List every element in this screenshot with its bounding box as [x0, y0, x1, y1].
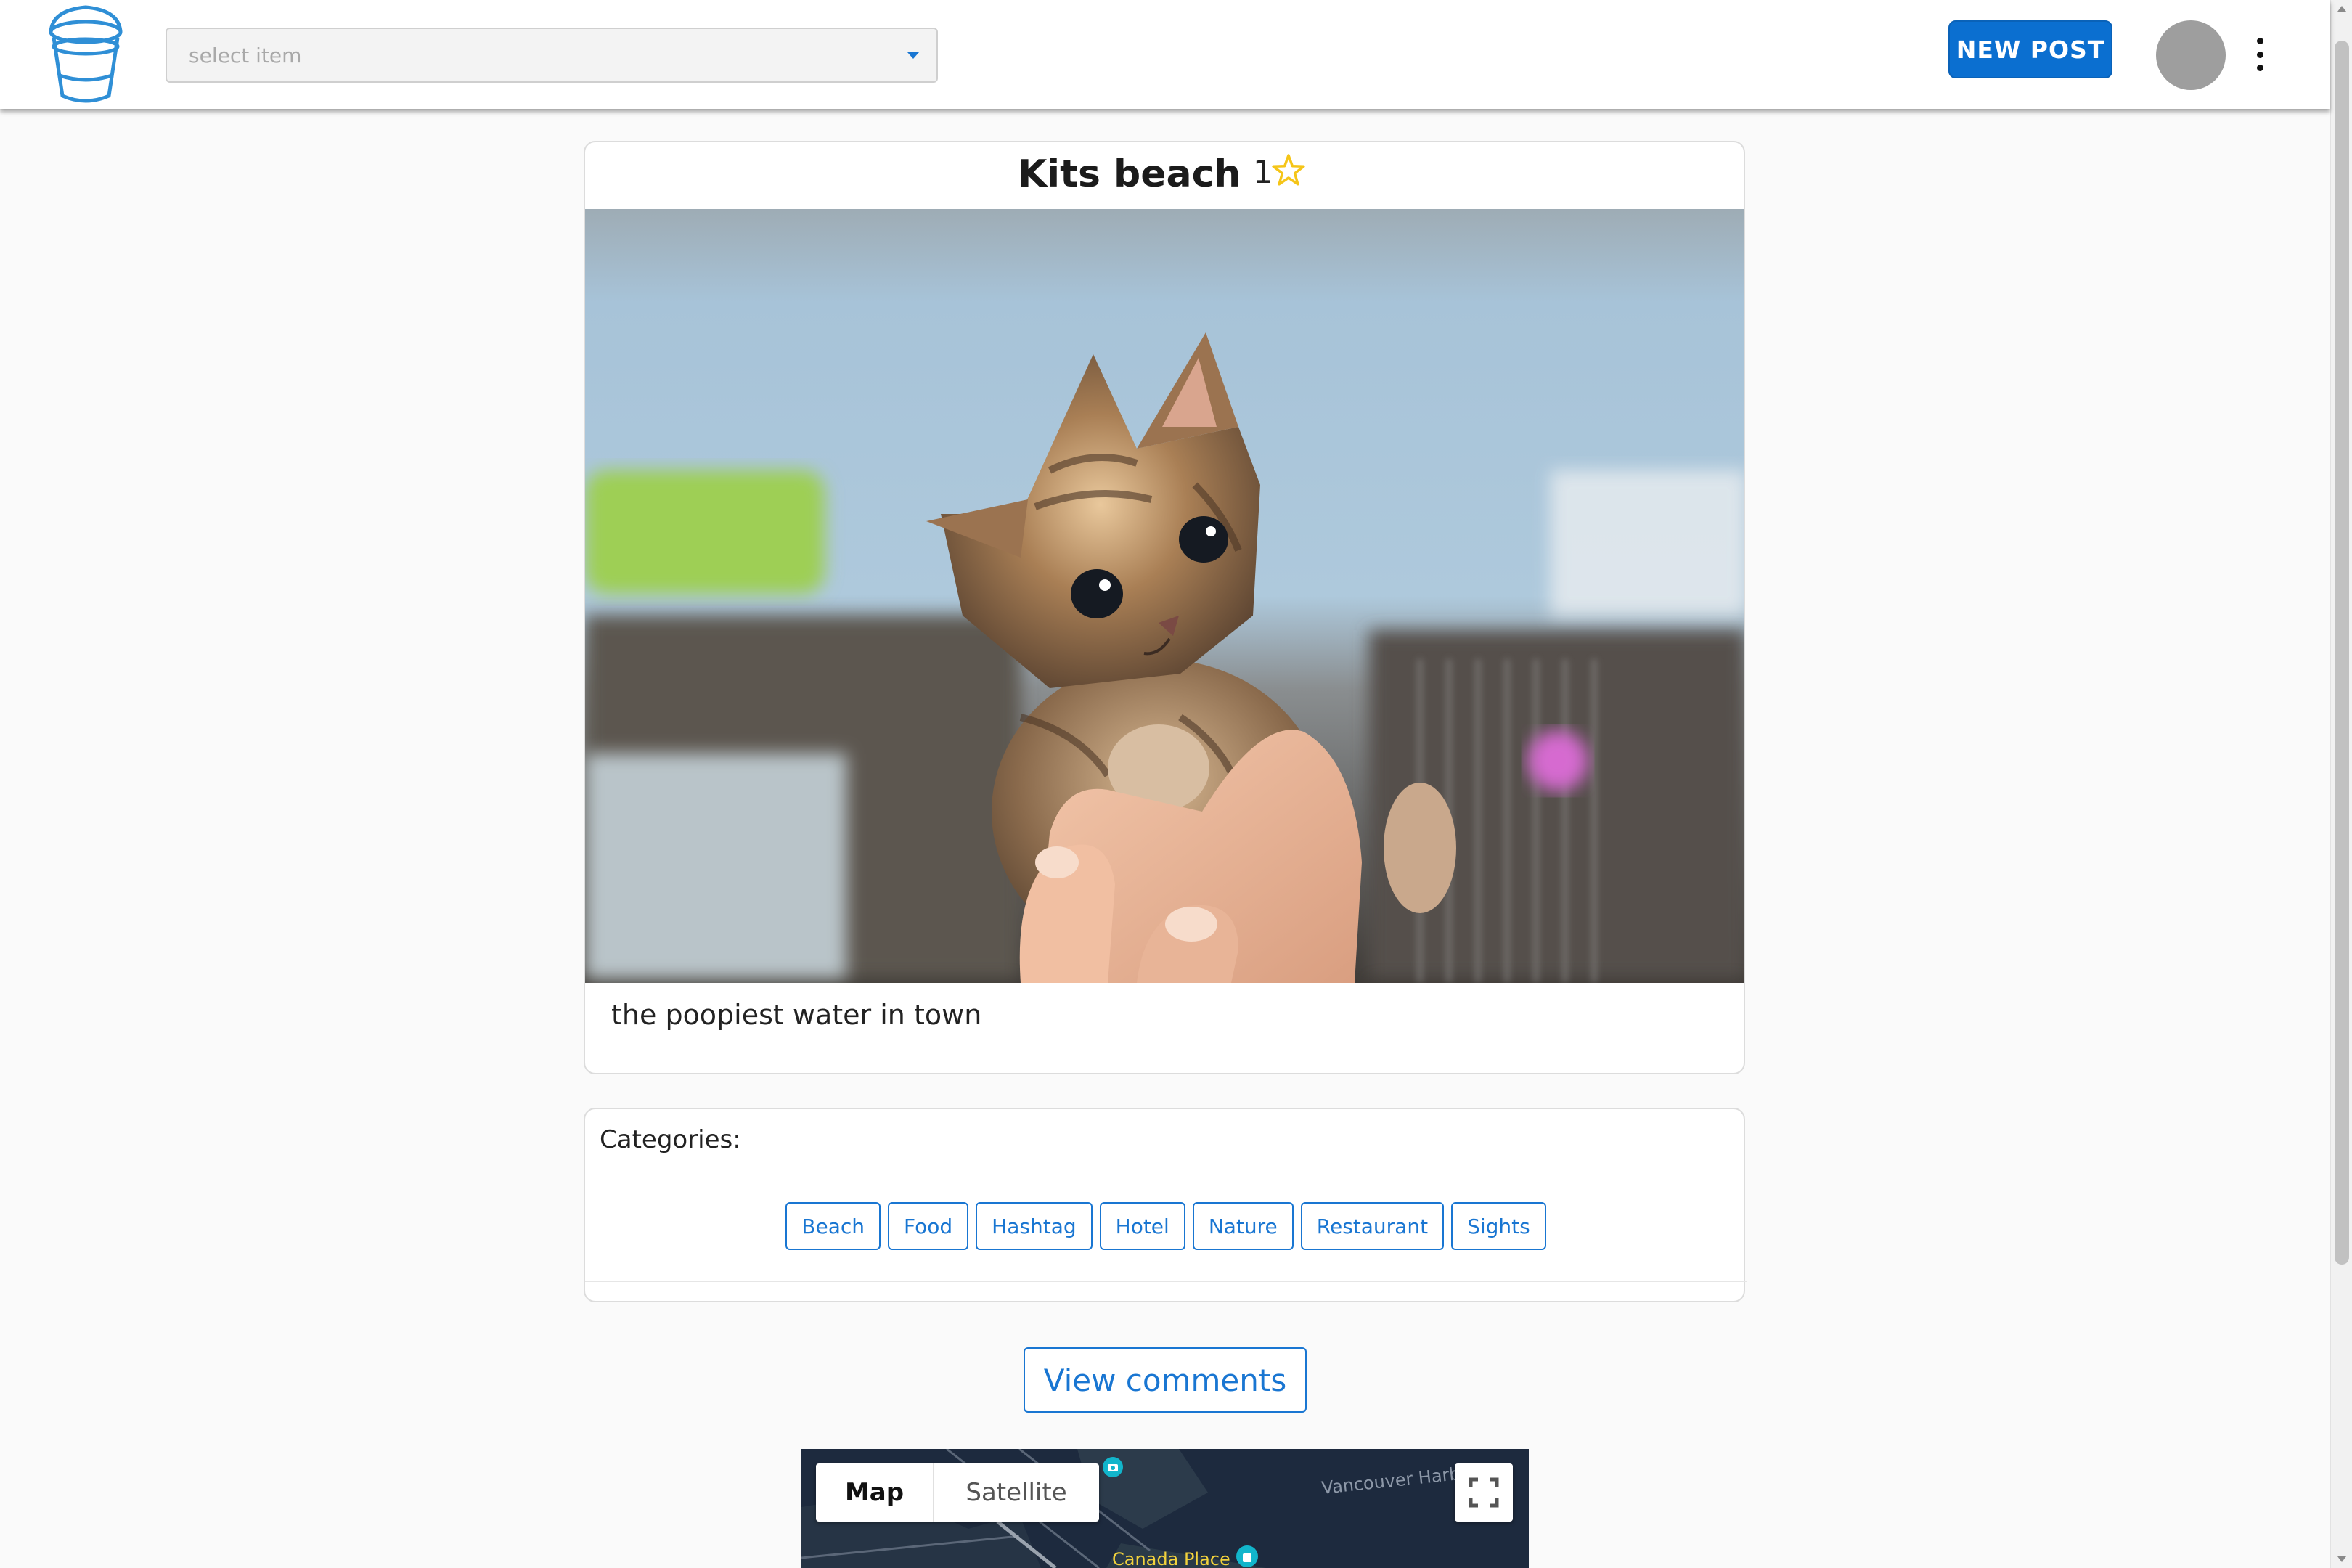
- select-placeholder: select item: [189, 44, 302, 68]
- camera-pin-icon[interactable]: [1101, 1455, 1125, 1479]
- avatar[interactable]: [2156, 20, 2226, 90]
- item-select[interactable]: select item: [166, 28, 938, 83]
- post-title: Kits beach: [1018, 152, 1241, 196]
- star-outline-icon[interactable]: [1270, 152, 1307, 189]
- bucket-logo-icon[interactable]: [45, 3, 126, 107]
- location-map[interactable]: Map Satellite Vancouver Harb Canada Plac…: [801, 1449, 1529, 1568]
- category-button-beach[interactable]: Beach: [785, 1202, 881, 1250]
- view-comments-button[interactable]: View comments: [1024, 1347, 1307, 1413]
- categories-list: Beach Food Hashtag Hotel Nature Restaura…: [585, 1202, 1747, 1251]
- category-button-nature[interactable]: Nature: [1192, 1202, 1294, 1250]
- categories-divider: [585, 1281, 1747, 1282]
- map-label-canada-place: Canada Place: [1112, 1549, 1230, 1568]
- post-header: Kits beach 1: [585, 142, 1744, 209]
- shopping-pin-icon[interactable]: [1234, 1543, 1260, 1568]
- new-post-button[interactable]: NEW POST: [1948, 20, 2112, 78]
- scroll-down-arrow-icon[interactable]: [2337, 1556, 2346, 1562]
- app-header: select item NEW POST: [0, 0, 2330, 109]
- map-tab-satellite[interactable]: Satellite: [934, 1463, 1099, 1522]
- page-scrollbar[interactable]: [2330, 0, 2352, 1568]
- kitten-photo: [585, 209, 1744, 983]
- chevron-down-icon[interactable]: [907, 52, 919, 59]
- category-button-hashtag[interactable]: Hashtag: [976, 1202, 1093, 1250]
- categories-label: Categories:: [600, 1125, 741, 1154]
- category-button-hotel[interactable]: Hotel: [1099, 1202, 1185, 1250]
- page: select item NEW POST Kits beach 1 the po…: [0, 0, 2352, 1568]
- post-card: Kits beach 1 the poopiest water in town: [584, 141, 1745, 1074]
- category-button-sights[interactable]: Sights: [1451, 1202, 1546, 1250]
- post-caption: the poopiest water in town: [611, 999, 982, 1031]
- fullscreen-icon: [1469, 1477, 1499, 1508]
- categories-card: Categories: Beach Food Hashtag Hotel Nat…: [584, 1108, 1747, 1302]
- more-vert-icon[interactable]: [2249, 38, 2271, 71]
- category-button-restaurant[interactable]: Restaurant: [1300, 1202, 1445, 1250]
- fullscreen-button[interactable]: [1455, 1463, 1513, 1522]
- map-type-toggle: Map Satellite: [816, 1463, 1099, 1522]
- scroll-thumb[interactable]: [2335, 41, 2349, 1265]
- post-photo: [585, 209, 1744, 983]
- scroll-up-arrow-icon[interactable]: [2337, 6, 2346, 12]
- map-tab-map[interactable]: Map: [816, 1463, 934, 1522]
- category-button-food[interactable]: Food: [888, 1202, 969, 1250]
